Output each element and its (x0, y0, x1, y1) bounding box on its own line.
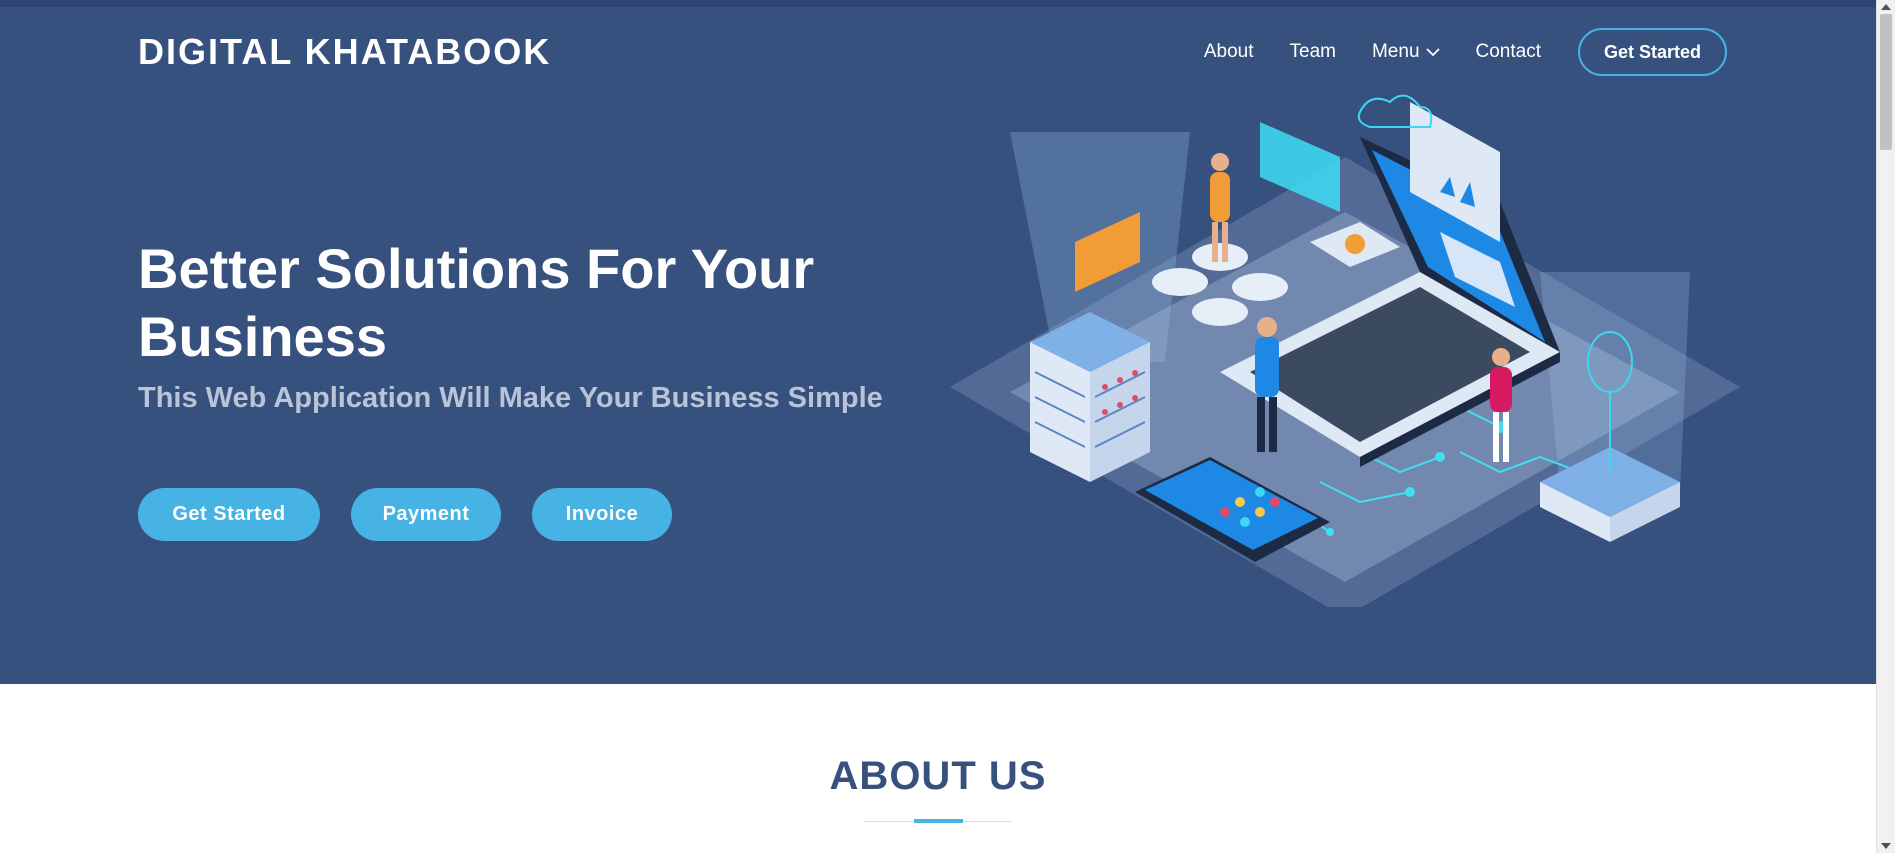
page: DIGITAL KHATABOOK About Team Menu Contac… (0, 0, 1876, 853)
nav-team[interactable]: Team (1290, 41, 1336, 63)
about-title: ABOUT US (829, 754, 1047, 798)
payment-button[interactable]: Payment (351, 488, 501, 541)
scroll-up-icon[interactable] (1881, 4, 1891, 10)
about-divider-accent (914, 819, 963, 823)
hero-title: Better Solutions For Your Business (138, 237, 815, 368)
scroll-down-icon[interactable] (1881, 843, 1891, 849)
nav-about[interactable]: About (1204, 41, 1254, 63)
site-logo[interactable]: DIGITAL KHATABOOK (138, 31, 551, 73)
nav-menu-dropdown[interactable]: Menu (1372, 41, 1440, 63)
chevron-down-icon (1425, 47, 1440, 57)
invoice-button[interactable]: Invoice (532, 488, 672, 541)
nav-menu-label: Menu (1371, 41, 1420, 62)
isometric-tech-illustration (950, 94, 1740, 607)
get-started-button[interactable]: Get Started (138, 488, 320, 541)
nav-contact[interactable]: Contact (1476, 41, 1541, 63)
hero-subtitle: This Web Application Will Make Your Busi… (138, 382, 883, 414)
about-section: ABOUT US (0, 684, 1876, 853)
scrollbar-thumb[interactable] (1880, 14, 1892, 150)
hero-section: DIGITAL KHATABOOK About Team Menu Contac… (0, 7, 1876, 684)
server-stack-icon (1030, 312, 1150, 482)
vertical-scrollbar[interactable] (1876, 0, 1895, 853)
